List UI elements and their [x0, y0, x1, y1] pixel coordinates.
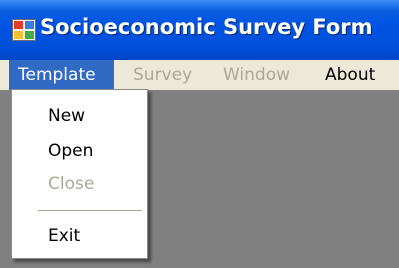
- window-title: Socioeconomic Survey Form: [40, 15, 373, 39]
- menu-survey[interactable]: Survey: [133, 60, 192, 90]
- app-icon-yellow-quadrant: [14, 31, 23, 39]
- menu-item-new[interactable]: New: [48, 106, 85, 126]
- menu-about[interactable]: About: [325, 60, 375, 90]
- app-icon-red-quadrant: [14, 21, 23, 29]
- app-icon-green-quadrant: [25, 31, 34, 39]
- menu-template[interactable]: Template: [9, 60, 114, 90]
- app-window-icon[interactable]: [12, 19, 36, 41]
- menu-item-open[interactable]: Open: [48, 141, 93, 161]
- template-dropdown-menu: New Open Close Exit: [11, 89, 148, 259]
- menu-item-exit[interactable]: Exit: [48, 226, 80, 246]
- title-bar[interactable]: Socioeconomic Survey Form: [0, 0, 399, 60]
- menu-bar: Template Survey Window About: [0, 60, 399, 90]
- menu-item-close[interactable]: Close: [48, 174, 94, 194]
- menu-separator: [38, 210, 142, 211]
- menu-window[interactable]: Window: [223, 60, 290, 90]
- app-icon-blue-quadrant: [25, 21, 34, 29]
